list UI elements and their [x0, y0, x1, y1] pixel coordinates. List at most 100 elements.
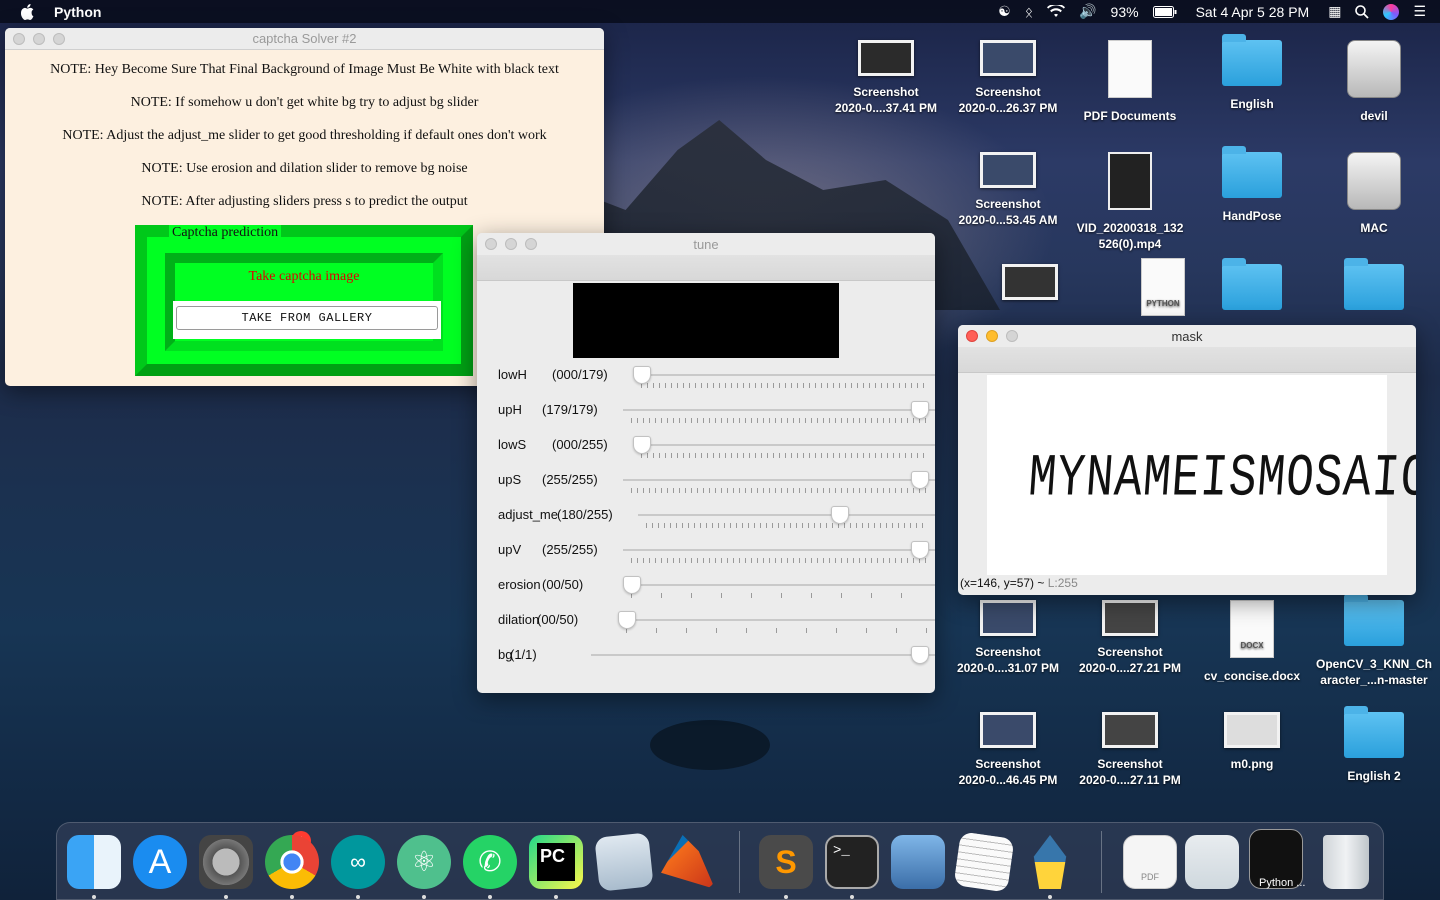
trackbar-track[interactable]: [591, 654, 935, 656]
arduino-icon[interactable]: ∞: [331, 835, 385, 889]
close-button[interactable]: [13, 33, 25, 45]
desktop-item[interactable]: PDF Documents: [1069, 40, 1191, 124]
sublime-text-icon[interactable]: S: [759, 835, 813, 889]
pycharm-icon[interactable]: PC: [529, 835, 583, 889]
trackbar-ticks: [626, 628, 927, 633]
desktop-item[interactable]: HandPose: [1191, 146, 1313, 224]
terminal-icon[interactable]: >_: [825, 835, 879, 889]
wifi-icon[interactable]: [1040, 0, 1072, 23]
trackbar-label: dilation: [498, 612, 540, 627]
note-text: NOTE: Use erosion and dilation slider to…: [141, 161, 468, 176]
inner-frame: Take captcha image TAKE FROM GALLERY: [165, 253, 443, 351]
finder-icon[interactable]: [67, 835, 121, 889]
trackbar-track[interactable]: [633, 374, 935, 376]
bluetooth-icon[interactable]: ᛟ: [1018, 0, 1040, 23]
accessibility-icon[interactable]: ☯: [991, 0, 1018, 23]
desktop-item[interactable]: PYTHON: [1132, 258, 1194, 326]
desktop-item-subname: 2020-0...53.45 AM: [958, 213, 1058, 227]
textedit-icon[interactable]: [953, 831, 1015, 893]
battery-percent[interactable]: 93%: [1104, 0, 1146, 23]
desktop-item[interactable]: Screenshot 2020-0....27.11 PM: [1069, 712, 1191, 788]
desktop-item[interactable]: Screenshot 2020-0....27.21 PM: [1069, 600, 1191, 676]
trackbar-handle[interactable]: [911, 401, 929, 419]
trackbar-track[interactable]: [623, 479, 935, 481]
desktop-item[interactable]: MAC: [1313, 152, 1435, 236]
desktop-item[interactable]: English: [1191, 34, 1313, 112]
zoom-button[interactable]: [1006, 330, 1018, 342]
siri-icon[interactable]: [1376, 0, 1406, 23]
zoom-button[interactable]: [525, 238, 537, 250]
close-button[interactable]: [485, 238, 497, 250]
close-button[interactable]: [966, 330, 978, 342]
zoom-button[interactable]: [53, 33, 65, 45]
preview-image: [573, 283, 839, 358]
desktop-item[interactable]: Screenshot 2020-0...26.37 PM: [947, 40, 1069, 116]
document-icon: DOCX: [1230, 600, 1274, 658]
title-bar[interactable]: captcha Solver #2: [5, 28, 604, 50]
desktop-item[interactable]: Screenshot 2020-0....31.07 PM: [947, 600, 1069, 676]
desktop-item[interactable]: [1221, 258, 1283, 320]
atom-icon[interactable]: ⚛: [397, 835, 451, 889]
title-bar[interactable]: mask: [958, 325, 1416, 347]
desktop-item-name: HandPose: [1222, 209, 1282, 223]
notification-center-icon[interactable]: ☰: [1406, 0, 1440, 23]
trackbar-value: (00/50): [542, 577, 584, 592]
desktop-item[interactable]: VID_20200318_132 526(0).mp4: [1069, 152, 1191, 252]
trackbar-bg: bg (1/1): [477, 646, 935, 682]
desktop-item[interactable]: Screenshot 2020-0....37.41 PM: [825, 40, 947, 116]
title-bar[interactable]: tune: [477, 233, 935, 255]
trackbar-handle[interactable]: [633, 436, 651, 454]
trackbar-handle[interactable]: [911, 646, 929, 664]
desktop-item[interactable]: m0.png: [1191, 712, 1313, 772]
trackbar-track[interactable]: [638, 514, 935, 516]
spotlight-search-icon[interactable]: [1348, 0, 1376, 23]
trackbar-handle[interactable]: [911, 471, 929, 489]
clock[interactable]: Sat 4 Apr 5 28 PM: [1184, 0, 1322, 23]
frame-label: Captcha prediction: [169, 225, 282, 241]
chrome-icon[interactable]: [265, 835, 319, 889]
minimize-button[interactable]: [505, 238, 517, 250]
desktop-item[interactable]: Screenshot 2020-0...46.45 PM: [947, 712, 1069, 788]
wallpaper-island: [650, 720, 770, 770]
trackbar-value: (000/179): [552, 367, 608, 382]
desktop-item[interactable]: OpenCV_3_KNN_Ch aracter_...n-master: [1313, 594, 1435, 688]
trash-icon[interactable]: [1323, 835, 1369, 889]
trackbar-track[interactable]: [623, 549, 935, 551]
trackbar-track[interactable]: [623, 409, 935, 411]
trackbar-handle[interactable]: [623, 576, 641, 594]
folder-icon: [1222, 146, 1282, 198]
python-launcher-icon[interactable]: [1033, 835, 1067, 889]
app-store-icon[interactable]: A: [133, 835, 187, 889]
trackbar-handle[interactable]: [633, 366, 651, 384]
desktop-item[interactable]: devil: [1313, 40, 1435, 124]
volume-icon[interactable]: 🔊: [1072, 0, 1103, 23]
whatsapp-icon[interactable]: ✆: [463, 835, 517, 889]
preview-icon[interactable]: [891, 835, 945, 889]
desktop-item[interactable]: DOCX cv_concise.docx: [1191, 600, 1313, 684]
system-preferences-icon[interactable]: [199, 835, 253, 889]
trackbar-value: (255/255): [542, 542, 598, 557]
mask-image[interactable]: MYNAMEISMOSAIC: [987, 375, 1416, 575]
desktop-item[interactable]: English 2: [1313, 706, 1435, 784]
trackbar-handle[interactable]: [618, 611, 636, 629]
desktop-item[interactable]: Screenshot 2020-0...53.45 AM: [947, 152, 1069, 228]
xcode-instruments-icon[interactable]: [594, 832, 654, 892]
pdf-documents-stack-icon[interactable]: PDF: [1123, 835, 1177, 889]
trackbar-erosion: erosion (00/50): [477, 576, 935, 612]
apple-menu-icon[interactable]: [16, 0, 38, 23]
desktop-item-name: OpenCV_3_KNN_Ch: [1315, 657, 1433, 671]
trackbar-track[interactable]: [623, 584, 935, 586]
minimize-button[interactable]: [986, 330, 998, 342]
trackbar-handle[interactable]: [830, 506, 849, 524]
matlab-icon[interactable]: [661, 835, 715, 889]
trackbar-handle[interactable]: [911, 541, 929, 559]
active-app-name[interactable]: Python: [54, 4, 101, 20]
take-from-gallery-button[interactable]: TAKE FROM GALLERY: [176, 306, 438, 330]
desktop-item[interactable]: [1343, 258, 1405, 320]
calendar-menu-icon[interactable]: ▦: [1321, 0, 1348, 23]
minimize-button[interactable]: [33, 33, 45, 45]
trackbar-track[interactable]: [618, 619, 935, 621]
downloads-stack-icon[interactable]: [1185, 835, 1239, 889]
trackbar-track[interactable]: [633, 444, 935, 446]
desktop-item[interactable]: [999, 264, 1061, 308]
